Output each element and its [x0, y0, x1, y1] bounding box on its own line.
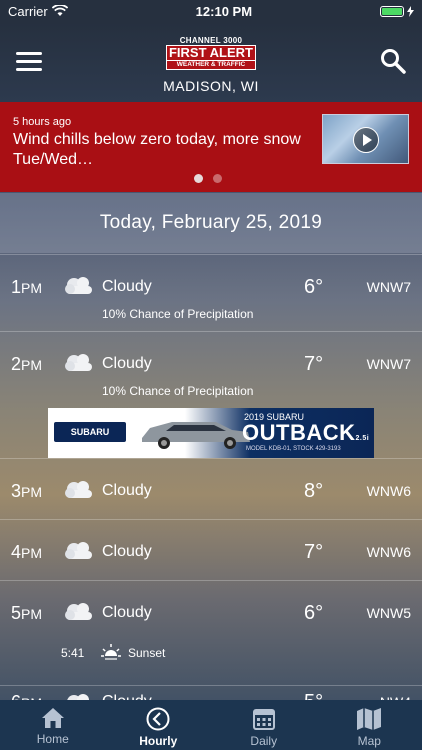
hour-label: 3PM — [11, 481, 43, 501]
tab-map[interactable]: Map — [317, 700, 422, 750]
sunset-time: 5:41 — [61, 646, 85, 660]
location-label: MADISON, WI — [163, 78, 259, 94]
condition-label: Cloudy — [102, 543, 152, 560]
news-time-ago: 5 hours ago — [13, 116, 72, 128]
cloud-icon — [65, 481, 92, 498]
news-banner[interactable]: 5 hours ago Wind chills below zero today… — [0, 102, 422, 192]
hourly-row[interactable]: 4PM Cloudy 7° WNW6 — [0, 519, 422, 580]
condition-label: Cloudy — [102, 604, 152, 621]
station-logo: CHANNEL 3000 FIRST ALERT WEATHER & TRAFF… — [166, 36, 256, 70]
tab-label: Home — [36, 732, 69, 746]
bottom-tab-bar: Home Hourly Daily Map — [0, 700, 422, 750]
battery-indicator — [379, 5, 414, 17]
hour-label: 1PM — [11, 277, 43, 297]
ad-brand-logo: SUBARU — [54, 422, 126, 442]
calendar-icon — [252, 709, 275, 730]
precip-chance-label: 10% Chance of Precipitation — [102, 384, 254, 398]
wifi-icon — [51, 5, 68, 16]
hourly-row[interactable]: 3PM Cloudy 8° WNW6 — [0, 458, 422, 519]
hour-label: 2PM — [11, 354, 43, 374]
date-header: Today, February 25, 2019 — [0, 193, 422, 253]
hour-label: 4PM — [11, 542, 43, 562]
temperature-label: 7° — [304, 541, 324, 563]
charging-bolt-icon — [406, 5, 414, 17]
temperature-label: 8° — [304, 480, 324, 502]
news-headline[interactable]: Wind chills below zero today, more snow … — [13, 130, 308, 170]
wind-label: WNW5 — [366, 605, 411, 621]
play-icon[interactable] — [353, 127, 379, 153]
carousel-dots — [194, 174, 222, 183]
tab-label: Daily — [250, 734, 278, 748]
wind-label: WNW7 — [366, 356, 411, 372]
cloud-icon — [65, 354, 92, 371]
battery-icon — [379, 5, 404, 17]
hourly-row[interactable]: 1PM Cloudy 6° WNW7 10% Chance of Precipi… — [0, 254, 422, 331]
temperature-label: 6° — [304, 276, 324, 298]
precip-chance-label: 10% Chance of Precipitation — [102, 307, 254, 321]
temperature-label: 7° — [304, 353, 324, 375]
car-image — [142, 422, 250, 449]
wind-label: WNW6 — [366, 544, 411, 560]
app-header: CHANNEL 3000 FIRST ALERT WEATHER & TRAFF… — [0, 22, 422, 102]
hourly-row[interactable]: 2PM Cloudy 7° WNW7 10% Chance of Precipi… — [0, 331, 422, 408]
tab-home[interactable]: Home — [0, 700, 106, 750]
hourly-row[interactable]: 5PM Cloudy 6° WNW5 5:41 Sunset — [0, 580, 422, 685]
map-icon — [357, 708, 382, 730]
wind-label: WNW7 — [366, 279, 411, 295]
condition-label: Cloudy — [102, 355, 152, 372]
logo-main-text: FIRST ALERT — [166, 45, 256, 61]
carrier-info: Carrier — [8, 4, 68, 19]
date-label: Today, February 25, 2019 — [99, 212, 323, 233]
search-icon[interactable] — [380, 48, 406, 74]
hamburger-menu-icon[interactable] — [16, 52, 42, 72]
clock-time: 12:10 PM — [195, 3, 253, 19]
clock-icon — [146, 707, 170, 731]
condition-label: Cloudy — [102, 278, 152, 295]
tab-label: Map — [357, 734, 381, 748]
cloud-icon — [65, 603, 92, 620]
cloud-icon — [65, 277, 92, 294]
tab-hourly[interactable]: Hourly — [106, 700, 212, 750]
ad-model-text: OUTBACK2.5i — [242, 420, 370, 445]
logo-sub-text: WEATHER & TRAFFIC — [166, 61, 256, 70]
news-video-thumbnail[interactable] — [322, 114, 409, 164]
sunset-label: Sunset — [128, 646, 166, 660]
tab-label: Hourly — [139, 734, 178, 748]
sunset-icon — [101, 644, 121, 660]
advertisement-banner[interactable]: SUBARU 2019 SUBARU OUTBACK2.5i MODEL KDB… — [48, 408, 374, 458]
carousel-dot[interactable] — [213, 174, 222, 183]
status-bar: Carrier 12:10 PM — [0, 0, 422, 22]
logo-channel-text: CHANNEL 3000 — [179, 36, 243, 45]
tab-daily[interactable]: Daily — [211, 700, 317, 750]
carousel-dot-active[interactable] — [194, 174, 203, 183]
carrier-label: Carrier — [8, 3, 48, 19]
hour-label: 5PM — [11, 603, 43, 623]
wind-label: WNW6 — [366, 483, 411, 499]
ad-fine-print: MODEL KDB-01, STOCK 429-3193 — [246, 446, 341, 452]
condition-label: Cloudy — [102, 482, 152, 499]
temperature-label: 6° — [304, 602, 324, 624]
cloud-icon — [65, 542, 92, 559]
home-icon — [41, 708, 64, 728]
